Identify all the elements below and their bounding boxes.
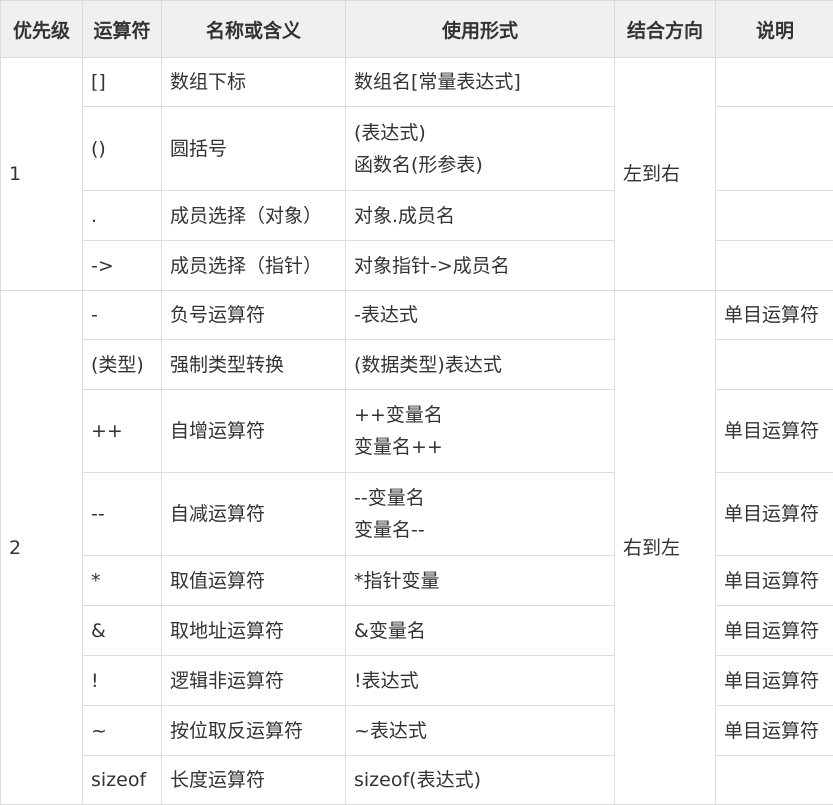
table-row: 2-负号运算符-表达式右到左单目运算符 xyxy=(1,291,833,340)
cell-direction: 左到右 xyxy=(615,58,716,291)
usage-line: sizeof(表达式) xyxy=(354,764,606,796)
cell-usage: --变量名变量名-- xyxy=(346,473,615,556)
header-name: 名称或含义 xyxy=(162,1,346,58)
cell-note xyxy=(716,107,833,191)
cell-operator: & xyxy=(83,606,162,656)
usage-line: 数组名[常量表达式] xyxy=(354,66,606,98)
cell-priority: 1 xyxy=(1,58,83,291)
cell-name: 按位取反运算符 xyxy=(162,706,346,756)
cell-note xyxy=(716,756,833,805)
usage-line: -表达式 xyxy=(354,299,606,331)
usage-line: !表达式 xyxy=(354,665,606,697)
usage-line: &变量名 xyxy=(354,615,606,647)
cell-operator: () xyxy=(83,107,162,191)
header-priority: 优先级 xyxy=(1,1,83,58)
cell-name: 负号运算符 xyxy=(162,291,346,340)
usage-line: 变量名-- xyxy=(354,514,606,546)
cell-note xyxy=(716,340,833,390)
cell-name: 自减运算符 xyxy=(162,473,346,556)
cell-operator: . xyxy=(83,191,162,241)
cell-name: 逻辑非运算符 xyxy=(162,656,346,706)
cell-usage: (数据类型)表达式 xyxy=(346,340,615,390)
cell-operator: * xyxy=(83,556,162,606)
usage-line: (表达式) xyxy=(354,117,606,149)
table-body: 1[]数组下标数组名[常量表达式]左到右()圆括号(表达式)函数名(形参表).成… xyxy=(1,58,833,805)
cell-note xyxy=(716,58,833,107)
cell-direction: 右到左 xyxy=(615,291,716,805)
cell-name: 自增运算符 xyxy=(162,390,346,473)
cell-operator: -> xyxy=(83,241,162,291)
cell-name: 取值运算符 xyxy=(162,556,346,606)
usage-line: --变量名 xyxy=(354,482,606,514)
cell-note: 单目运算符 xyxy=(716,706,833,756)
usage-line: 函数名(形参表) xyxy=(354,149,606,181)
cell-operator: sizeof xyxy=(83,756,162,805)
cell-name: 成员选择（对象） xyxy=(162,191,346,241)
table-header: 优先级 运算符 名称或含义 使用形式 结合方向 说明 xyxy=(1,1,833,58)
cell-usage: ~表达式 xyxy=(346,706,615,756)
cell-usage: 数组名[常量表达式] xyxy=(346,58,615,107)
header-usage: 使用形式 xyxy=(346,1,615,58)
cell-operator: - xyxy=(83,291,162,340)
cell-operator: ++ xyxy=(83,390,162,473)
cell-usage: ++变量名变量名++ xyxy=(346,390,615,473)
cell-note xyxy=(716,241,833,291)
cell-usage: (表达式)函数名(形参表) xyxy=(346,107,615,191)
cell-usage: !表达式 xyxy=(346,656,615,706)
cell-name: 数组下标 xyxy=(162,58,346,107)
cell-operator: (类型) xyxy=(83,340,162,390)
cell-name: 圆括号 xyxy=(162,107,346,191)
cell-usage: &变量名 xyxy=(346,606,615,656)
cell-operator: ! xyxy=(83,656,162,706)
usage-line: ~表达式 xyxy=(354,715,606,747)
cell-name: 取地址运算符 xyxy=(162,606,346,656)
cell-usage: 对象.成员名 xyxy=(346,191,615,241)
cell-note: 单目运算符 xyxy=(716,473,833,556)
cell-note: 单目运算符 xyxy=(716,291,833,340)
cell-note xyxy=(716,191,833,241)
header-operator: 运算符 xyxy=(83,1,162,58)
cell-operator: -- xyxy=(83,473,162,556)
header-direction: 结合方向 xyxy=(615,1,716,58)
cell-usage: *指针变量 xyxy=(346,556,615,606)
header-row: 优先级 运算符 名称或含义 使用形式 结合方向 说明 xyxy=(1,1,833,58)
cell-priority: 2 xyxy=(1,291,83,805)
usage-line: ++变量名 xyxy=(354,399,606,431)
usage-line: *指针变量 xyxy=(354,565,606,597)
cell-note: 单目运算符 xyxy=(716,656,833,706)
cell-operator: [] xyxy=(83,58,162,107)
operator-precedence-table: 优先级 运算符 名称或含义 使用形式 结合方向 说明 1[]数组下标数组名[常量… xyxy=(0,0,833,805)
cell-name: 强制类型转换 xyxy=(162,340,346,390)
table-row: 1[]数组下标数组名[常量表达式]左到右 xyxy=(1,58,833,107)
cell-operator: ~ xyxy=(83,706,162,756)
cell-usage: sizeof(表达式) xyxy=(346,756,615,805)
cell-usage: 对象指针->成员名 xyxy=(346,241,615,291)
cell-note: 单目运算符 xyxy=(716,606,833,656)
usage-line: 对象指针->成员名 xyxy=(354,250,606,282)
usage-line: (数据类型)表达式 xyxy=(354,349,606,381)
cell-name: 成员选择（指针） xyxy=(162,241,346,291)
usage-line: 对象.成员名 xyxy=(354,200,606,232)
cell-note: 单目运算符 xyxy=(716,390,833,473)
cell-note: 单目运算符 xyxy=(716,556,833,606)
usage-line: 变量名++ xyxy=(354,431,606,463)
header-note: 说明 xyxy=(716,1,833,58)
cell-name: 长度运算符 xyxy=(162,756,346,805)
cell-usage: -表达式 xyxy=(346,291,615,340)
